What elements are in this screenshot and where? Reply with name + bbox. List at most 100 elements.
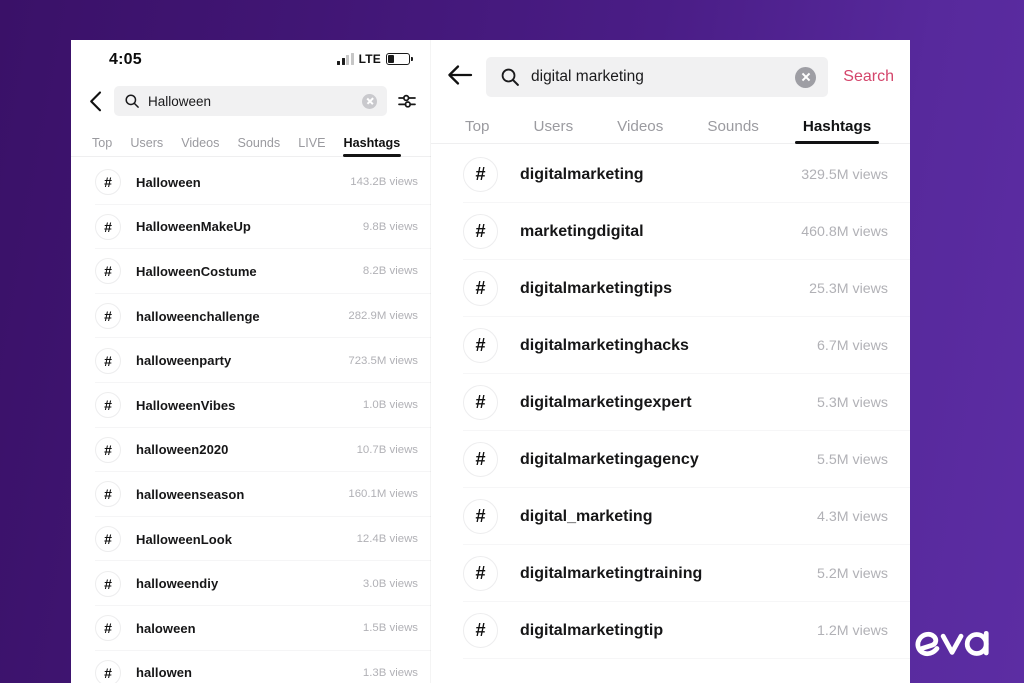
hashtag-row[interactable]: # halloweenseason 160.1M views (71, 472, 432, 517)
right-phone-screenshot: digital marketing Search Top Users Video… (431, 40, 910, 683)
hashtag-views: 10.7B views (356, 443, 418, 456)
tab-videos[interactable]: Videos (172, 136, 228, 157)
hashtag-row[interactable]: # digitalmarketingtip 1.2M views (431, 602, 910, 659)
hash-icon: # (463, 499, 498, 534)
hashtag-row[interactable]: # HalloweenMakeUp 9.8B views (71, 205, 432, 250)
search-input-value: Halloween (148, 93, 212, 109)
hashtag-name: digitalmarketingtip (520, 621, 664, 639)
hashtag-views: 1.2M views (817, 622, 888, 639)
hashtag-name: HalloweenVibes (136, 397, 236, 413)
hashtag-row[interactable]: # digitalmarketingtraining 5.2M views (431, 545, 910, 602)
battery-icon (386, 53, 413, 65)
hashtag-views: 5.3M views (817, 394, 888, 411)
hash-icon: # (95, 615, 121, 642)
hashtag-row[interactable]: # digitalmarketinghacks 6.7M views (431, 317, 910, 374)
hashtag-name: HalloweenMakeUp (136, 219, 251, 235)
tab-hashtags[interactable]: Hashtags (781, 118, 893, 144)
tab-live[interactable]: LIVE (289, 136, 334, 157)
hashtag-views: 1.0B views (362, 399, 418, 412)
hash-icon: # (463, 271, 498, 306)
hashtag-row[interactable]: # hallowen 1.3B views (71, 651, 432, 683)
hashtag-views: 8.2B views (362, 265, 418, 278)
hashtag-views: 1.5B views (362, 622, 418, 635)
hashtag-name: halloweenseason (136, 486, 245, 502)
hashtag-name: digitalmarketingexpert (520, 393, 692, 411)
right-search-row: digital marketing Search (431, 40, 910, 97)
tab-top[interactable]: Top (443, 118, 512, 144)
left-search-row: Halloween (71, 82, 432, 126)
hashtag-views: 12.4B views (356, 533, 418, 546)
chevron-left-icon[interactable] (85, 88, 105, 114)
network-label: LTE (358, 52, 381, 66)
right-tabs: Top Users Videos Sounds Hashtags (431, 97, 910, 144)
tab-hashtags[interactable]: Hashtags (335, 136, 410, 157)
hashtag-name: digitalmarketinghacks (520, 336, 689, 354)
arrow-left-icon[interactable] (447, 64, 473, 90)
hashtag-name: halloweendiy (136, 576, 219, 592)
hashtag-row[interactable]: # digitalmarketingexpert 5.3M views (431, 374, 910, 431)
tab-sounds[interactable]: Sounds (228, 136, 289, 157)
clear-circle-icon[interactable] (795, 66, 817, 88)
tab-users[interactable]: Users (121, 136, 172, 157)
signal-bars-icon (337, 52, 354, 65)
search-icon (125, 94, 139, 108)
left-status-bar: 4:05 LTE (71, 40, 432, 82)
hash-icon: # (95, 526, 121, 553)
hashtag-name: digitalmarketing (520, 165, 644, 183)
tab-sounds[interactable]: Sounds (685, 118, 781, 144)
hashtag-row[interactable]: # marketingdigital 460.8M views (431, 203, 910, 260)
hashtag-name: HalloweenLook (136, 531, 232, 547)
hash-icon: # (463, 214, 498, 249)
hash-icon: # (95, 436, 121, 463)
hashtag-views: 3.0B views (362, 577, 418, 590)
hashtag-row[interactable]: # HalloweenCostume 8.2B views (71, 249, 432, 294)
left-tabs: Top Users Videos Sounds LIVE Hashtags (71, 126, 432, 157)
search-input[interactable]: Halloween (114, 86, 387, 116)
hashtag-row[interactable]: # digital_marketing 4.3M views (431, 488, 910, 545)
clear-circle-icon[interactable] (362, 93, 377, 109)
hashtag-row[interactable]: # Halloween 143.2B views (71, 160, 432, 205)
hashtag-row[interactable]: # digitalmarketingtips 25.3M views (431, 260, 910, 317)
hashtag-views: 4.3M views (817, 508, 888, 525)
hashtag-row[interactable]: # halloween2020 10.7B views (71, 428, 432, 473)
status-bar-time: 4:05 (109, 51, 142, 68)
hashtag-name: hallowen (136, 665, 193, 681)
hashtag-views: 25.3M views (809, 280, 888, 297)
hashtag-views: 9.8B views (362, 220, 418, 233)
hash-icon: # (463, 328, 498, 363)
search-icon (501, 68, 519, 86)
hash-icon: # (95, 303, 121, 330)
eva-logo-icon (914, 623, 998, 665)
hashtag-row[interactable]: # HalloweenLook 12.4B views (71, 517, 432, 562)
hash-icon: # (95, 347, 121, 374)
sliders-filter-icon[interactable] (396, 90, 418, 112)
hash-icon: # (463, 442, 498, 477)
hashtag-row[interactable]: # digitalmarketing 329.5M views (431, 146, 910, 203)
hashtag-row[interactable]: # haloween 1.5B views (71, 606, 432, 651)
tab-videos[interactable]: Videos (595, 118, 685, 144)
hashtag-row[interactable]: # halloweendiy 3.0B views (71, 561, 432, 606)
hash-icon: # (463, 613, 498, 648)
status-bar-indicators: LTE (337, 52, 413, 66)
tab-top[interactable]: Top (83, 136, 121, 157)
hashtag-name: halloweenchallenge (136, 308, 260, 324)
hashtag-row[interactable]: # HalloweenVibes 1.0B views (71, 383, 432, 428)
hash-icon: # (95, 213, 121, 240)
hashtag-name: marketingdigital (520, 222, 644, 240)
hash-icon: # (463, 385, 498, 420)
search-input[interactable]: digital marketing (486, 57, 829, 97)
hashtag-row[interactable]: # digitalmarketingagency 5.5M views (431, 431, 910, 488)
tab-users[interactable]: Users (512, 118, 596, 144)
hashtag-views: 5.2M views (817, 565, 888, 582)
hashtag-row[interactable]: # halloweenparty 723.5M views (71, 338, 432, 383)
right-hashtag-list: # digitalmarketing 329.5M views # marketingd… (431, 144, 910, 659)
hashtag-name: digitalmarketingtraining (520, 564, 703, 582)
hash-icon: # (95, 169, 121, 196)
hashtag-views: 282.9M views (348, 310, 418, 323)
hash-icon: # (463, 157, 498, 192)
search-submit-button[interactable]: Search (841, 68, 894, 86)
hashtag-views: 329.5M views (801, 166, 888, 183)
hashtag-name: halloween2020 (136, 442, 229, 458)
hash-icon: # (463, 556, 498, 591)
hashtag-row[interactable]: # halloweenchallenge 282.9M views (71, 294, 432, 339)
